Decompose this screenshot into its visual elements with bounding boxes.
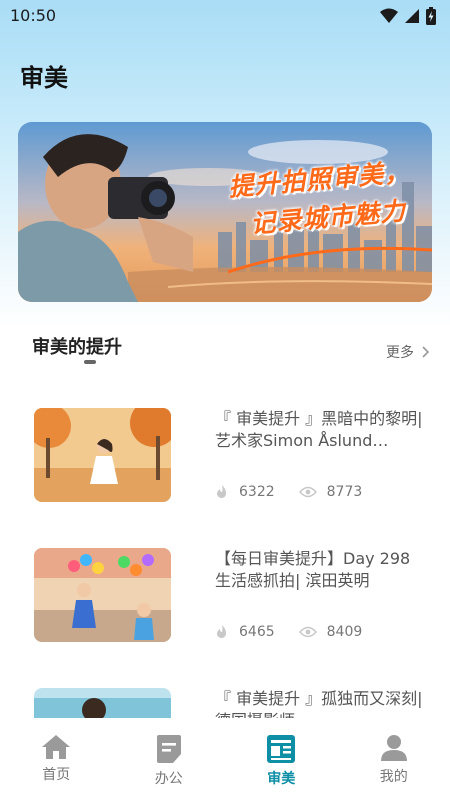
likes-count: 6322	[239, 484, 275, 500]
likes-stat: 6465	[215, 624, 275, 640]
article-thumbnail	[34, 548, 171, 642]
article-title: 『 审美提升 』黑暗中的黎明| 艺术家Simon Åslund…	[215, 409, 423, 450]
status-icons	[380, 7, 436, 25]
article-stats: 6465 8409	[215, 624, 386, 640]
article-stats: 6322 8773	[215, 484, 386, 500]
views-stat: 8773	[298, 484, 363, 500]
document-icon	[156, 735, 181, 763]
tab-aesthetics[interactable]: 审美	[225, 718, 338, 800]
article-thumbnail	[34, 408, 171, 502]
promo-banner[interactable]: 提升拍照审美， 记录城市魅力	[18, 122, 432, 302]
likes-stat: 6322	[215, 484, 275, 500]
article-item[interactable]: 『 审美提升 』黑暗中的黎明| 艺术家Simon Åslund… 6322 87…	[0, 400, 450, 520]
section-title: 审美的提升	[32, 337, 122, 358]
tab-home-label: 首页	[42, 767, 71, 783]
article-thumbnail	[34, 688, 171, 718]
views-count: 8409	[326, 624, 363, 640]
flame-icon	[217, 485, 227, 499]
app-screen: 10:50 审美 提升拍照审美， 记录城市魅力 审美的提升 更多 『 审美提升 …	[0, 0, 450, 800]
status-bar: 10:50	[0, 0, 450, 32]
seaside-image	[34, 688, 171, 718]
article-item[interactable]: 【每日审美提升】Day 298 生活感抓拍| 滨田英明 6465 8409	[0, 540, 450, 660]
section-title-underline	[84, 360, 96, 364]
wifi-icon	[380, 8, 398, 23]
newspaper-icon	[267, 735, 296, 763]
flame-icon	[217, 625, 227, 639]
likes-count: 6465	[239, 624, 275, 640]
chevron-right-icon	[422, 346, 430, 358]
tab-home[interactable]: 首页	[0, 718, 113, 800]
battery-icon	[426, 7, 436, 25]
parade-image	[34, 548, 171, 642]
tab-mine[interactable]: 我的	[338, 718, 450, 800]
article-item[interactable]: 『 审美提升 』孤独而又深刻| 德国摄影师…	[0, 680, 450, 718]
bottom-nav: 首页 办公 审美 我的	[0, 718, 450, 800]
eye-icon	[298, 486, 317, 498]
views-count: 8773	[326, 484, 363, 500]
tab-mine-label: 我的	[379, 769, 408, 785]
tab-office-label: 办公	[154, 771, 183, 787]
page-title: 审美	[20, 64, 68, 92]
more-link[interactable]: 更多	[386, 342, 430, 362]
article-title: 【每日审美提升】Day 298 生活感抓拍| 滨田英明	[215, 549, 411, 590]
cellular-signal-icon	[405, 9, 419, 23]
tab-aesthetics-label: 审美	[267, 771, 296, 787]
home-icon	[42, 735, 71, 759]
more-label: 更多	[386, 345, 414, 361]
article-list[interactable]: 『 审美提升 』黑暗中的黎明| 艺术家Simon Åslund… 6322 87…	[0, 380, 450, 718]
status-time: 10:50	[10, 6, 57, 25]
article-title: 『 审美提升 』孤独而又深刻| 德国摄影师…	[215, 689, 423, 718]
views-stat: 8409	[298, 624, 363, 640]
tab-office[interactable]: 办公	[113, 718, 226, 800]
autumn-girl-image	[34, 408, 171, 502]
eye-icon	[298, 626, 317, 638]
person-icon	[380, 735, 407, 761]
